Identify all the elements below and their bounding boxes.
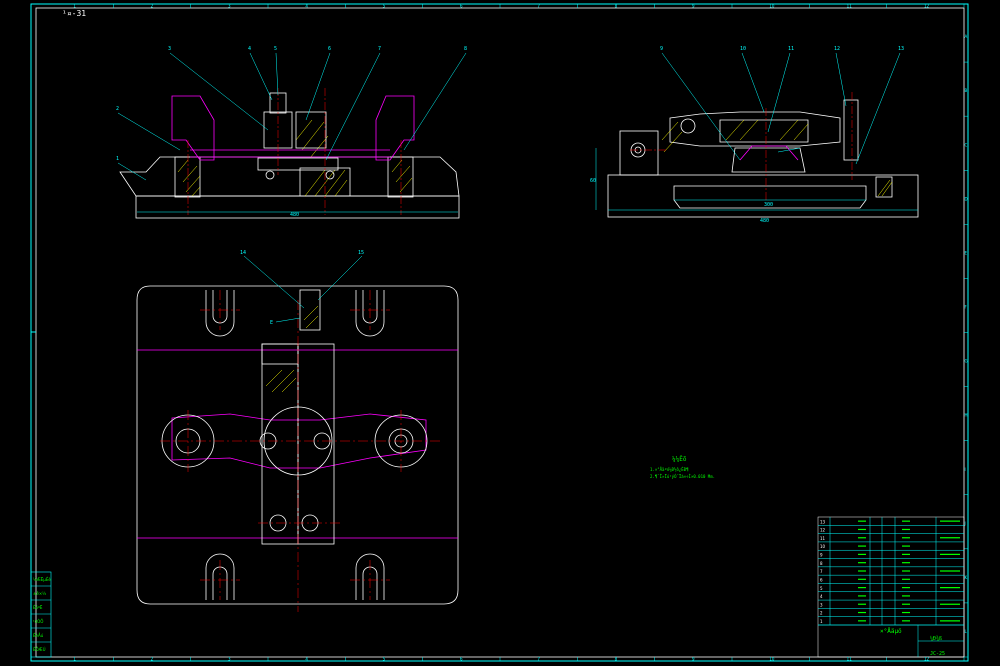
side-stamp-label: ¹¤ÒÕ (33, 619, 43, 624)
sheet-tag: ¹¤-31 (62, 9, 87, 18)
title-block-row-number: 10 (820, 544, 826, 549)
ruler-label-bottom: 8 (615, 657, 618, 662)
ruler-label-top: 7 (537, 4, 540, 9)
title-block-row-number: 5 (820, 586, 823, 591)
front-view-dimension: 480 (290, 212, 299, 218)
ruler-label-side: D (965, 196, 968, 201)
ruler-label-top: 10 (769, 4, 775, 9)
top-view-balloon: 14 (240, 250, 246, 256)
ruler-label-side: C (965, 142, 968, 147)
title-block-name: ¼Ð¾ß (930, 636, 943, 642)
title-block-row-number: 2 (820, 611, 823, 616)
ruler-label-top: 1 (73, 4, 76, 9)
title-block (817, 516, 965, 658)
front-view (117, 52, 467, 219)
title-block-code: JC-25 (930, 651, 946, 657)
ruler-label-side: H (965, 413, 968, 418)
ruler-label-side: F (965, 305, 968, 310)
title-block-row-number: 8 (820, 561, 823, 566)
ruler-label-side: J (964, 521, 966, 526)
front-view-balloon: 6 (328, 46, 331, 52)
front-view-balloon: 8 (464, 46, 467, 52)
technical-notes-title: ¼¼Êõ (672, 456, 687, 463)
side-stamp-label: ÈÕÆÚ (33, 647, 46, 652)
ruler-label-side: L (965, 629, 968, 634)
ruler-label-top: 2 (151, 4, 154, 9)
ruler-label-bottom: 1 (73, 657, 76, 662)
top-view (136, 255, 459, 612)
title-block-row-number: 9 (820, 553, 823, 558)
title-block-row-number: 11 (820, 536, 826, 541)
ruler-label-bottom: 4 (305, 657, 308, 662)
technical-note-line-1: 1.×°Åäºó¼Ð½ô¿ÉÐ¶ (650, 467, 689, 472)
ruler-label-side: A (965, 34, 968, 39)
ruler-label-top: 5 (383, 4, 386, 9)
side-view (595, 52, 919, 218)
side-view-balloon: 12 (834, 46, 840, 52)
ruler-label-bottom: 5 (383, 657, 386, 662)
side-stamp-label: ÉóºË (33, 605, 43, 610)
ruler-label-bottom: 10 (769, 657, 775, 662)
side-view-dimension: 480 (760, 218, 769, 224)
side-stamp-label: ±ê×¼ (33, 591, 46, 596)
front-view-balloon: 1 (116, 156, 119, 162)
ruler-label-top: 11 (847, 4, 853, 9)
ruler-label-side: I (965, 467, 966, 472)
side-view-balloon: 11 (788, 46, 794, 52)
side-view-dimension: 300 (764, 202, 773, 208)
side-stamp-label: ÉèÅú (33, 633, 44, 638)
ruler-label-bottom: 2 (151, 657, 154, 662)
front-view-balloon: 3 (168, 46, 171, 52)
front-view-balloon: 4 (248, 46, 251, 52)
title-block-row-number: 12 (820, 528, 826, 533)
front-view-balloon: 5 (274, 46, 277, 52)
side-stamp-strip (30, 571, 52, 658)
side-stamp-label: ¼ÆËµÉè (33, 577, 51, 582)
front-view-balloon: 7 (378, 46, 381, 52)
title-block-row-number: 7 (820, 569, 823, 574)
ruler-label-top: 8 (615, 4, 618, 9)
title-block-row-number: 3 (820, 602, 823, 607)
side-view-balloon: 13 (898, 46, 904, 52)
title-block-row-number: 1 (820, 619, 823, 624)
ruler-label-bottom: 12 (924, 657, 930, 662)
title-block-row-number: 6 (820, 577, 823, 582)
side-view-balloon: 9 (660, 46, 663, 52)
cad-drawing: 3 4 5 6 7 8214809 10 11 12 133004806014 15E 112233… (30, 3, 969, 662)
side-view-balloon: 10 (740, 46, 746, 52)
ruler-label-top: 12 (924, 4, 930, 9)
ruler-label-side: B (965, 88, 968, 93)
top-view-balloon: E (270, 320, 273, 326)
title-block-row-number: 4 (820, 594, 823, 599)
ruler-label-side: E (965, 250, 968, 255)
top-view-balloon: 15 (358, 250, 364, 256)
ruler-label-top: 4 (305, 4, 308, 9)
side-view-dimension: 60 (590, 178, 596, 184)
title-block-drawing-title: ×°Åäµö (880, 628, 902, 635)
ruler-label-side: G (965, 359, 968, 364)
ruler-label-bottom: 11 (847, 657, 853, 662)
ruler-label-side: K (965, 575, 968, 580)
ruler-label-bottom: 7 (537, 657, 540, 662)
title-block-row-number: 13 (820, 519, 826, 524)
front-view-balloon: 2 (116, 106, 119, 112)
sheet-frame (30, 3, 969, 662)
technical-note-line-2: 2.¶¨Î»Ïú¹ýÓ¯Ïà×÷Ì×0.010 Mm. (650, 474, 716, 479)
